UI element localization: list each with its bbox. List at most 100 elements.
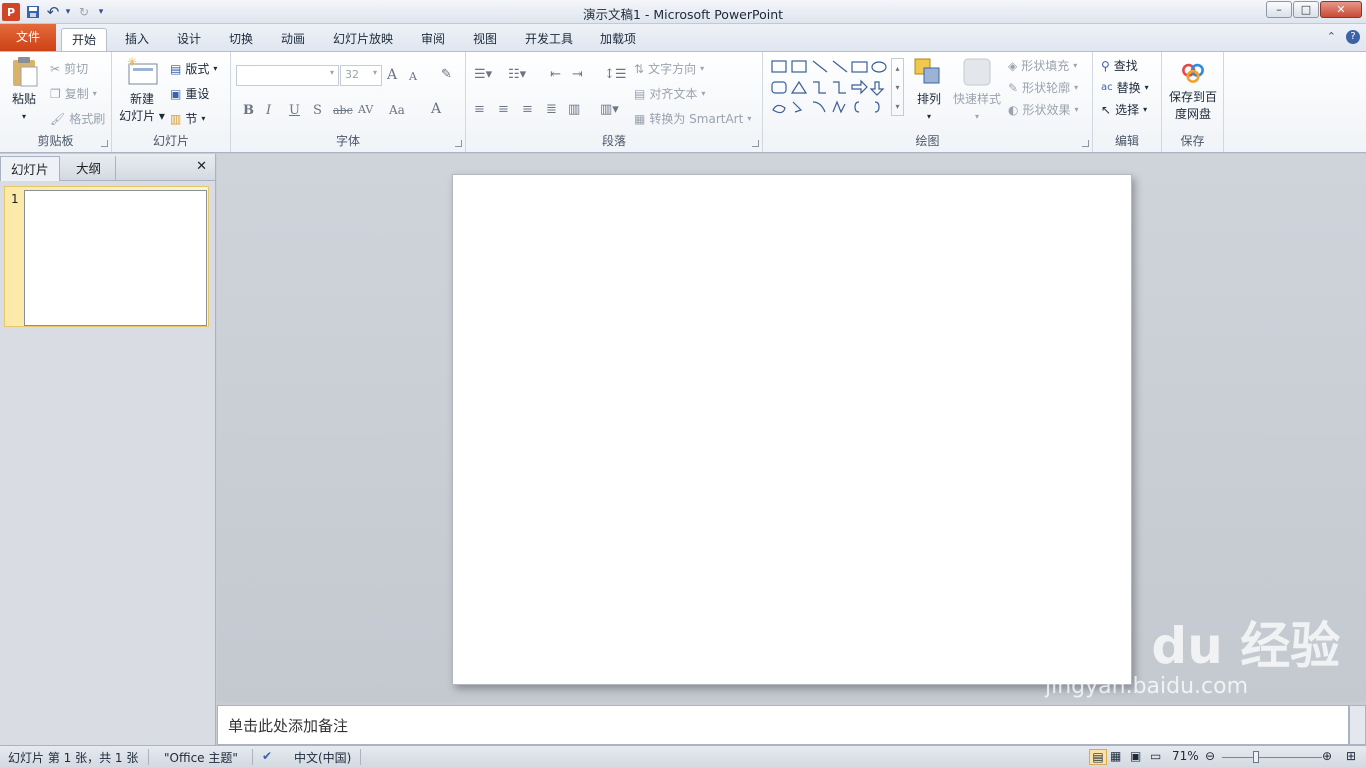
tab-outline-pane[interactable]: 大纲 [66,156,116,181]
replace-button[interactable]: ac 替换 ▾ [1101,79,1149,96]
maximize-button[interactable]: □ [1293,1,1319,18]
tab-insert[interactable]: 插入 [115,28,159,52]
tab-addins[interactable]: 加载项 [590,28,646,52]
arrange-button[interactable]: 排列 ▾ [911,56,947,125]
normal-view-icon[interactable]: ▤ [1089,749,1107,765]
shape-fill-button[interactable]: ◈ 形状填充 ▾ [1008,57,1077,74]
tab-animations[interactable]: 动画 [271,28,315,52]
group-slides: ✳ 新建 幻灯片 ▾ ▤ 版式 ▾ ▣ 重设 ▥ 节 ▾ 幻灯片 [112,52,231,152]
tab-slides-pane[interactable]: 幻灯片 [0,156,60,181]
find-button[interactable]: ⚲ 查找 [1101,57,1138,74]
tab-slideshow[interactable]: 幻灯片放映 [323,28,403,52]
bold-button[interactable]: B [243,103,254,118]
group-save: 保存到百 度网盘 保存 [1162,52,1224,152]
layout-button[interactable]: ▤ 版式 ▾ [170,60,217,77]
cut-button[interactable]: ✂ 剪切 [50,60,88,77]
scissors-icon: ✂ [50,61,61,76]
minimize-button[interactable]: – [1266,1,1292,18]
theme-status[interactable]: "Office 主题" [164,749,238,766]
paste-button[interactable]: 粘贴 ▾ [6,56,42,125]
tab-home[interactable]: 开始 [61,28,108,52]
tab-file[interactable]: 文件 [0,24,56,51]
slide-thumbnail[interactable] [24,190,207,326]
tab-transitions[interactable]: 切换 [219,28,263,52]
line-spacing-icon[interactable]: ↕☰ [604,67,627,82]
align-text-icon: ▤ [634,86,646,101]
text-direction-button[interactable]: ⇅ 文字方向 ▾ [634,60,704,77]
copy-button[interactable]: ❐ 复制 ▾ [50,85,97,102]
char-spacing-button[interactable]: AV [358,103,373,116]
close-button[interactable]: ✕ [1320,1,1362,18]
slide-thumbnail-selected[interactable]: 1 [4,186,209,327]
tab-design[interactable]: 设计 [167,28,211,52]
distributed-icon[interactable]: ▥ [568,102,580,117]
strikethrough-button[interactable]: abc [333,104,353,117]
quick-styles-button[interactable]: 快速样式 ▾ [951,56,1003,125]
columns-icon[interactable]: ▥▾ [600,102,619,117]
new-slide-button[interactable]: ✳ 新建 幻灯片 ▾ [116,56,168,125]
language-status[interactable]: 中文(中国) [294,749,351,766]
zoom-in-icon[interactable]: ⊕ [1322,749,1332,763]
section-icon: ▥ [170,111,182,126]
align-center-icon[interactable]: ≡ [498,102,509,117]
reading-view-icon[interactable]: ▣ [1130,749,1141,763]
italic-button[interactable]: I [266,103,271,118]
slide-number: 1 [11,192,19,206]
select-button[interactable]: ↖ 选择 ▾ [1101,101,1147,118]
font-size-combo[interactable]: 32 ▾ [340,65,382,86]
justify-icon[interactable]: ≣ [546,102,557,117]
section-button[interactable]: ▥ 节 ▾ [170,110,205,127]
minimize-ribbon-icon[interactable]: ⌃ [1327,30,1336,44]
tab-review[interactable]: 审阅 [411,28,455,52]
dialog-launcher-icon[interactable] [455,140,462,147]
group-label: 段落 [601,134,626,148]
increase-indent-icon[interactable]: ⇥ [572,67,583,82]
slide-sorter-icon[interactable]: ▦ [1110,749,1121,763]
change-case-button[interactable]: Aa [389,103,405,117]
align-text-button[interactable]: ▤ 对齐文本 ▾ [634,85,705,102]
notes-scrollbar[interactable] [1349,705,1366,745]
tab-view[interactable]: 视图 [463,28,507,52]
numbering-icon[interactable]: ☷▾ [508,67,526,82]
smartart-icon: ▦ [634,111,646,126]
font-name-combo[interactable]: ▾ [236,65,339,86]
shape-outline-button[interactable]: ✎ 形状轮廓 ▾ [1008,79,1078,96]
reset-button[interactable]: ▣ 重设 [170,85,209,102]
format-painter-button[interactable]: 🖌 格式刷 [50,110,105,127]
group-label: 幻灯片 [152,134,189,148]
convert-smartart-button[interactable]: ▦ 转换为 SmartArt ▾ [634,110,751,127]
slideshow-view-icon[interactable]: ▭ [1150,749,1161,763]
notes-pane[interactable]: 单击此处添加备注 [217,705,1349,745]
underline-button[interactable]: U [289,103,300,118]
help-icon[interactable]: ? [1346,30,1360,44]
bullets-icon[interactable]: ☰▾ [474,67,492,82]
shape-effects-button[interactable]: ◐ 形状效果 ▾ [1008,101,1079,118]
zoom-level[interactable]: 71% [1172,749,1199,763]
close-pane-icon[interactable]: ✕ [196,159,207,174]
fit-to-window-icon[interactable]: ⊞ [1346,749,1356,763]
status-bar: 幻灯片 第 1 张，共 1 张 "Office 主题" ✔ 中文(中国) ▤ ▦… [0,745,1366,768]
align-right-icon[interactable]: ≡ [522,102,533,117]
zoom-slider-thumb[interactable] [1253,751,1259,763]
dialog-launcher-icon[interactable] [1082,140,1089,147]
group-label: 绘图 [915,134,940,148]
gallery-scroll-icon[interactable]: ▴ ▾ ▾ [891,58,904,116]
decrease-indent-icon[interactable]: ⇤ [550,67,561,82]
grow-font-icon[interactable]: A [387,67,397,83]
align-left-icon[interactable]: ≡ [474,102,485,117]
group-font: ▾ 32 ▾ A A ✎ B I U S abc AV Aa A 字体 [231,52,466,152]
shrink-font-icon[interactable]: A [409,70,417,83]
spell-check-icon[interactable]: ✔ [262,749,272,763]
slide-canvas[interactable] [452,174,1132,685]
save-to-baidu-button[interactable]: 保存到百 度网盘 [1164,58,1222,123]
shapes-gallery[interactable] [769,58,899,122]
zoom-out-icon[interactable]: ⊖ [1205,749,1215,763]
quick-styles-icon [963,58,991,86]
dialog-launcher-icon[interactable] [752,140,759,147]
zoom-slider-track[interactable] [1222,757,1322,758]
tab-developer[interactable]: 开发工具 [515,28,583,52]
clear-format-icon[interactable]: ✎ [441,67,452,82]
shadow-button[interactable]: S [313,103,322,118]
dialog-launcher-icon[interactable] [101,140,108,147]
font-color-button[interactable]: A [431,101,441,117]
